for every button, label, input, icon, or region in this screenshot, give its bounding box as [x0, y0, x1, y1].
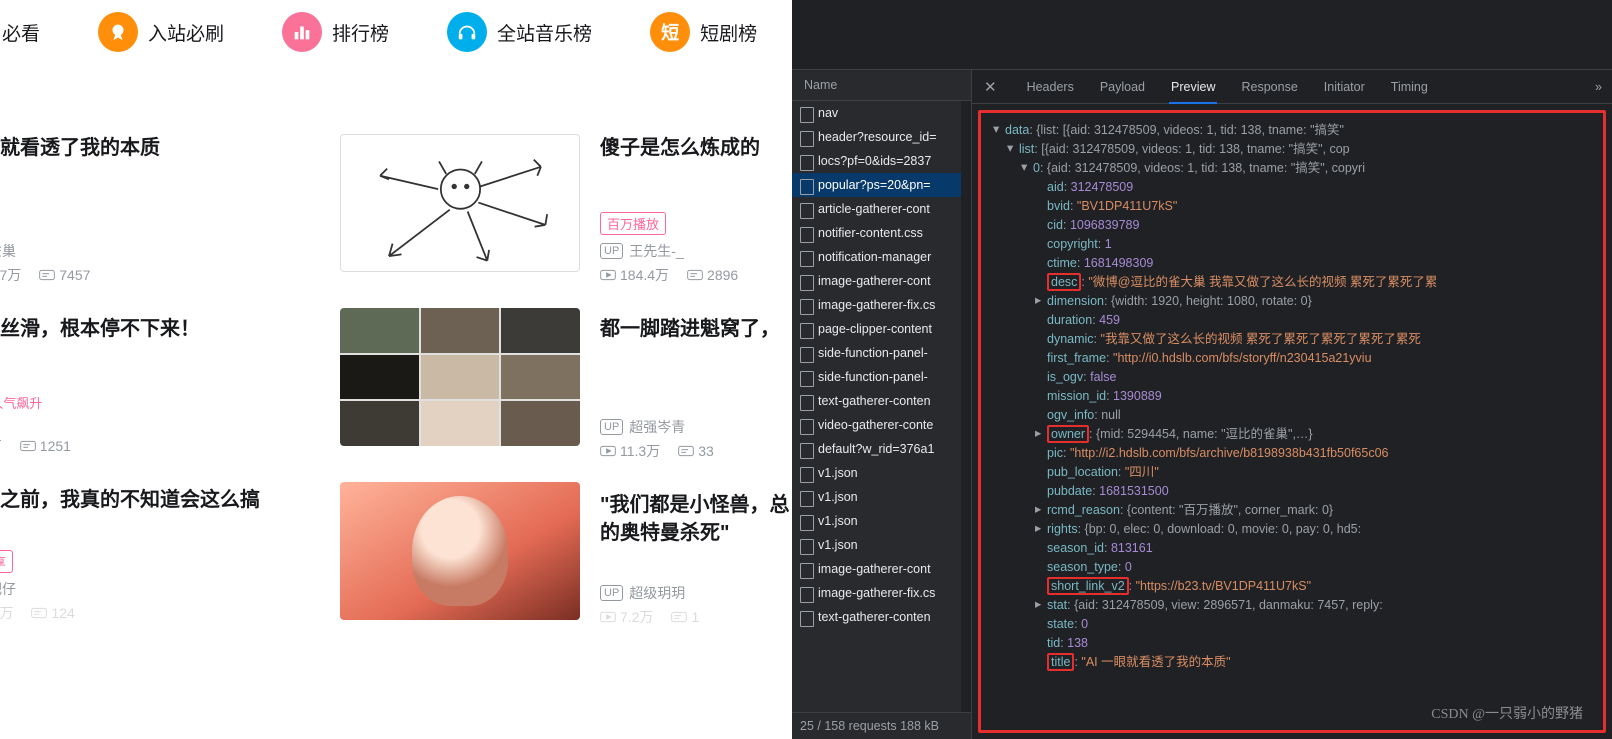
- request-row[interactable]: side-function-panel-: [792, 341, 971, 365]
- network-name-column: Name navheader?resource_id=locs?pf=0&ids…: [792, 70, 972, 739]
- up-icon: UP: [600, 585, 623, 601]
- request-row[interactable]: image-gatherer-cont: [792, 557, 971, 581]
- rank-icon: [282, 12, 322, 52]
- network-footer: 25 / 158 requests 188 kB: [792, 712, 971, 739]
- video-card[interactable]: [340, 308, 580, 452]
- request-row[interactable]: image-gatherer-cont: [792, 269, 971, 293]
- tab-payload[interactable]: Payload: [1098, 72, 1147, 102]
- request-row[interactable]: text-gatherer-conten: [792, 389, 971, 413]
- video-title: "我们都是小怪兽，总的奥特曼杀死": [600, 491, 790, 547]
- request-row[interactable]: v1.json: [792, 485, 971, 509]
- column-header-name[interactable]: Name: [792, 70, 971, 101]
- highlight-owner: owner: [1047, 425, 1089, 443]
- video-card[interactable]: [340, 482, 580, 626]
- video-site-panel: 必看 入站必刷 排行榜 全站音乐榜 短 短剧榜 里~ 一眼就看透了我的本质 播放…: [0, 0, 792, 739]
- highlight-shortlink: short_link_v2: [1047, 577, 1129, 595]
- tab-preview[interactable]: Preview: [1169, 72, 1217, 104]
- video-title: 死的丝滑，根本停不下来！: [0, 315, 320, 343]
- request-row[interactable]: image-gatherer-fix.cs: [792, 293, 971, 317]
- video-title: 进来之前，我真的不知道会这么搞: [0, 486, 320, 514]
- request-row[interactable]: article-gatherer-cont: [792, 197, 971, 221]
- video-card[interactable]: "我们都是小怪兽，总的奥特曼杀死" UP超级玥玥 7.2万 1: [600, 491, 790, 627]
- json-preview[interactable]: data: {list: [{aid: 312478509, videos: 1…: [978, 110, 1606, 733]
- close-icon[interactable]: ✕: [984, 78, 997, 96]
- devtools-panel: Name navheader?resource_id=locs?pf=0&ids…: [792, 0, 1612, 739]
- video-stats: 89.7万 7457: [0, 265, 320, 285]
- video-title: 一眼就看透了我的本质: [0, 134, 320, 162]
- request-row[interactable]: video-gatherer-conte: [792, 413, 971, 437]
- video-card[interactable]: [340, 134, 580, 278]
- request-row[interactable]: page-clipper-content: [792, 317, 971, 341]
- tab-response[interactable]: Response: [1239, 72, 1299, 102]
- request-row[interactable]: nav: [792, 101, 971, 125]
- video-card[interactable]: 死的丝滑，根本停不下来！ 剪辑·人气飙升 alixi 4万 1251: [0, 315, 320, 456]
- video-title: 都一脚踏进魁窝了，: [600, 315, 790, 343]
- tab-headers[interactable]: Headers: [1025, 72, 1076, 102]
- breadcrumb: 里~: [0, 86, 792, 134]
- nav-label: 入站必刷: [148, 19, 224, 46]
- request-row[interactable]: text-gatherer-conten: [792, 605, 971, 629]
- nav-label: 排行榜: [332, 19, 389, 46]
- nav-label: 必看: [2, 19, 40, 46]
- video-card[interactable]: 进来之前，我真的不知道会这么搞 人分享 猫陈肥仔 1.6万 124: [0, 486, 320, 623]
- nav-label: 全站音乐榜: [497, 19, 592, 46]
- devtools-timeline[interactable]: [792, 0, 1612, 70]
- request-row[interactable]: notification-manager: [792, 245, 971, 269]
- request-row[interactable]: v1.json: [792, 461, 971, 485]
- thumbnail: [340, 134, 580, 272]
- video-grid: 一眼就看透了我的本质 播放 比的雀巢 89.7万 7457 死的丝滑，根本停不下…: [0, 134, 792, 657]
- request-row[interactable]: notifier-content.css: [792, 221, 971, 245]
- request-row[interactable]: side-function-panel-: [792, 365, 971, 389]
- more-tabs-icon[interactable]: »: [1595, 80, 1600, 94]
- uploader: 比的雀巢: [0, 241, 320, 261]
- video-card[interactable]: 傻子是怎么炼成的 百万播放 UP王先生-_ 184.4万 2896: [600, 134, 790, 285]
- thumbnail: [340, 482, 580, 620]
- badge-million: 百万播放: [600, 212, 666, 235]
- duan-icon: 短: [650, 12, 690, 52]
- up-icon: UP: [600, 243, 623, 259]
- music-icon: [447, 12, 487, 52]
- badge-share: 人分享: [0, 550, 13, 573]
- up-icon: UP: [600, 419, 623, 435]
- nav-item-bishua[interactable]: 入站必刷: [98, 12, 224, 52]
- watermark: CSDN @一只弱小的野猪: [1431, 705, 1583, 724]
- request-row[interactable]: popular?ps=20&pn=: [792, 173, 971, 197]
- request-row[interactable]: v1.json: [792, 509, 971, 533]
- danmaku: 7457: [39, 267, 90, 283]
- nav-item-rank[interactable]: 排行榜: [282, 12, 389, 52]
- request-row[interactable]: image-gatherer-fix.cs: [792, 581, 971, 605]
- video-card[interactable]: 一眼就看透了我的本质 播放 比的雀巢 89.7万 7457: [0, 134, 320, 285]
- tab-timing[interactable]: Timing: [1389, 72, 1430, 102]
- tags: 剪辑·人气飙升: [0, 393, 320, 412]
- response-tabs: ✕ Headers Payload Preview Response Initiator…: [972, 70, 1612, 104]
- highlight-title: title: [1047, 653, 1074, 671]
- nav-item-shortplay[interactable]: 短 短剧榜: [650, 12, 757, 52]
- video-title: 傻子是怎么炼成的: [600, 134, 790, 162]
- tab-initiator[interactable]: Initiator: [1322, 72, 1367, 102]
- request-row[interactable]: v1.json: [792, 533, 971, 557]
- highlight-desc: desc: [1047, 273, 1081, 291]
- medal-icon: [98, 12, 138, 52]
- nav-item-music[interactable]: 全站音乐榜: [447, 12, 592, 52]
- request-row[interactable]: locs?pf=0&ids=2837: [792, 149, 971, 173]
- top-nav: 必看 入站必刷 排行榜 全站音乐榜 短 短剧榜: [0, 0, 792, 86]
- views: 89.7万: [0, 265, 21, 285]
- request-row[interactable]: default?w_rid=376a1: [792, 437, 971, 461]
- request-row[interactable]: header?resource_id=: [792, 125, 971, 149]
- thumbnail: [340, 308, 580, 446]
- request-list[interactable]: navheader?resource_id=locs?pf=0&ids=2837…: [792, 101, 971, 712]
- nav-item-mustsee[interactable]: 必看: [0, 12, 40, 52]
- video-card[interactable]: 都一脚踏进魁窝了， UP超强岑青 11.3万 33: [600, 315, 790, 461]
- nav-label: 短剧榜: [700, 19, 757, 46]
